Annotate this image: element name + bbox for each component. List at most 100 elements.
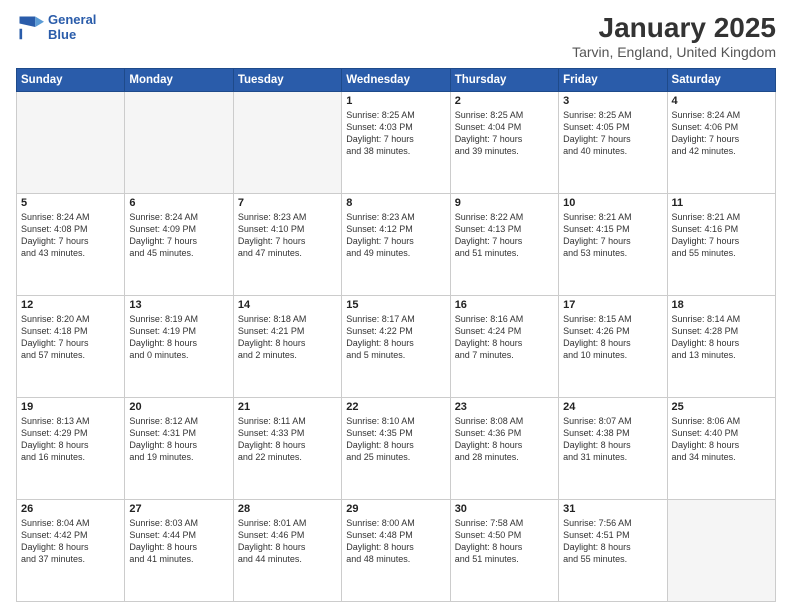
day-number: 23 (455, 401, 554, 413)
table-row: 29 Sunrise: 8:00 AMSunset: 4:48 PMDayligh… (342, 500, 450, 602)
day-info: Sunrise: 8:01 AMSunset: 4:46 PMDaylight:… (238, 517, 337, 566)
day-number: 31 (563, 503, 662, 515)
col-wednesday: Wednesday (342, 69, 450, 92)
day-info: Sunrise: 8:20 AMSunset: 4:18 PMDaylight:… (21, 313, 120, 362)
day-info: Sunrise: 8:17 AMSunset: 4:22 PMDaylight:… (346, 313, 445, 362)
col-tuesday: Tuesday (233, 69, 341, 92)
calendar-week-row: 12Sunrise: 8:20 AMSunset: 4:18 PMDayligh… (17, 296, 776, 398)
day-info: Sunrise: 8:07 AMSunset: 4:38 PMDaylight:… (563, 415, 662, 464)
day-info: Sunrise: 8:21 AMSunset: 4:16 PMDaylight:… (672, 211, 771, 260)
day-number: 8 (346, 197, 445, 209)
day-number: 13 (129, 299, 228, 311)
day-info: Sunrise: 8:25 AMSunset: 4:04 PMDaylight:… (455, 109, 554, 158)
day-number: 19 (21, 401, 120, 413)
calendar-week-row: 19 Sunrise: 8:13 AMSunset: 4:29 PMDayligh… (17, 398, 776, 500)
day-number: 14 (238, 299, 337, 311)
table-row: 4 Sunrise: 8:24 AMSunset: 4:06 PMDaylight… (667, 92, 775, 194)
table-row: 28Sunrise: 8:01 AMSunset: 4:46 PMDayligh… (233, 500, 341, 602)
day-number: 11 (672, 197, 771, 209)
subtitle: Tarvin, England, United Kingdom (572, 44, 776, 60)
day-info: Sunrise: 8:25 AMSunset: 4:05 PMDaylight:… (563, 109, 662, 158)
day-info: Sunrise: 8:16 AMSunset: 4:24 PMDaylight:… (455, 313, 554, 362)
table-row: 16 Sunrise: 8:16 AMSunset: 4:24 PMDayligh… (450, 296, 558, 398)
day-number: 2 (455, 95, 554, 107)
table-row: 20Sunrise: 8:12 AMSunset: 4:31 PMDayligh… (125, 398, 233, 500)
table-row: 7 Sunrise: 8:23 AMSunset: 4:10 PMDaylight… (233, 194, 341, 296)
table-row: 22 Sunrise: 8:10 AMSunset: 4:35 PMDayligh… (342, 398, 450, 500)
day-info: Sunrise: 8:23 AMSunset: 4:10 PMDaylight:… (238, 211, 337, 260)
day-number: 21 (238, 401, 337, 413)
day-number: 10 (563, 197, 662, 209)
table-row: 5 Sunrise: 8:24 AMSunset: 4:08 PMDaylight… (17, 194, 125, 296)
logo-icon (16, 13, 44, 41)
day-number: 5 (21, 197, 120, 209)
day-info: Sunrise: 7:58 AMSunset: 4:50 PMDaylight:… (455, 517, 554, 566)
day-info: Sunrise: 8:13 AMSunset: 4:29 PMDaylight:… (21, 415, 120, 464)
col-monday: Monday (125, 69, 233, 92)
day-number: 29 (346, 503, 445, 515)
logo: General Blue (16, 12, 96, 42)
table-row: 26Sunrise: 8:04 AMSunset: 4:42 PMDayligh… (17, 500, 125, 602)
day-info: Sunrise: 8:22 AMSunset: 4:13 PMDaylight:… (455, 211, 554, 260)
table-row: 27 Sunrise: 8:03 AMSunset: 4:44 PMDayligh… (125, 500, 233, 602)
table-row (17, 92, 125, 194)
day-info: Sunrise: 8:14 AMSunset: 4:28 PMDaylight:… (672, 313, 771, 362)
day-info: Sunrise: 8:21 AMSunset: 4:15 PMDaylight:… (563, 211, 662, 260)
day-info: Sunrise: 8:06 AMSunset: 4:40 PMDaylight:… (672, 415, 771, 464)
col-friday: Friday (559, 69, 667, 92)
day-number: 18 (672, 299, 771, 311)
page: General Blue January 2025 Tarvin, Englan… (0, 0, 792, 612)
day-info: Sunrise: 8:18 AMSunset: 4:21 PMDaylight:… (238, 313, 337, 362)
day-number: 24 (563, 401, 662, 413)
day-info: Sunrise: 8:24 AMSunset: 4:06 PMDaylight:… (672, 109, 771, 158)
table-row (233, 92, 341, 194)
day-info: Sunrise: 8:24 AMSunset: 4:09 PMDaylight:… (129, 211, 228, 260)
table-row: 17Sunrise: 8:15 AMSunset: 4:26 PMDayligh… (559, 296, 667, 398)
day-info: Sunrise: 8:24 AMSunset: 4:08 PMDaylight:… (21, 211, 120, 260)
table-row: 21 Sunrise: 8:11 AMSunset: 4:33 PMDayligh… (233, 398, 341, 500)
day-number: 17 (563, 299, 662, 311)
col-thursday: Thursday (450, 69, 558, 92)
table-row: 15 Sunrise: 8:17 AMSunset: 4:22 PMDayligh… (342, 296, 450, 398)
day-info: Sunrise: 8:00 AMSunset: 4:48 PMDaylight:… (346, 517, 445, 566)
day-number: 27 (129, 503, 228, 515)
table-row: 2 Sunrise: 8:25 AMSunset: 4:04 PMDaylight… (450, 92, 558, 194)
table-row: 3 Sunrise: 8:25 AMSunset: 4:05 PMDaylight… (559, 92, 667, 194)
table-row: 14 Sunrise: 8:18 AMSunset: 4:21 PMDayligh… (233, 296, 341, 398)
day-info: Sunrise: 8:19 AMSunset: 4:19 PMDaylight:… (129, 313, 228, 362)
day-info: Sunrise: 8:11 AMSunset: 4:33 PMDaylight:… (238, 415, 337, 464)
table-row: 9Sunrise: 8:22 AMSunset: 4:13 PMDaylight… (450, 194, 558, 296)
day-number: 6 (129, 197, 228, 209)
day-number: 20 (129, 401, 228, 413)
table-row: 8 Sunrise: 8:23 AMSunset: 4:12 PMDaylight… (342, 194, 450, 296)
table-row (125, 92, 233, 194)
calendar-table: Sunday Monday Tuesday Wednesday Thursday… (16, 68, 776, 602)
table-row: 24 Sunrise: 8:07 AMSunset: 4:38 PMDayligh… (559, 398, 667, 500)
day-info: Sunrise: 8:04 AMSunset: 4:42 PMDaylight:… (21, 517, 120, 566)
day-number: 15 (346, 299, 445, 311)
day-info: Sunrise: 8:25 AMSunset: 4:03 PMDaylight:… (346, 109, 445, 158)
col-sunday: Sunday (17, 69, 125, 92)
day-number: 16 (455, 299, 554, 311)
table-row: 13 Sunrise: 8:19 AMSunset: 4:19 PMDayligh… (125, 296, 233, 398)
table-row: 11 Sunrise: 8:21 AMSunset: 4:16 PMDayligh… (667, 194, 775, 296)
day-number: 7 (238, 197, 337, 209)
day-number: 4 (672, 95, 771, 107)
day-info: Sunrise: 8:03 AMSunset: 4:44 PMDaylight:… (129, 517, 228, 566)
day-info: Sunrise: 8:23 AMSunset: 4:12 PMDaylight:… (346, 211, 445, 260)
col-saturday: Saturday (667, 69, 775, 92)
table-row: 30Sunrise: 7:58 AMSunset: 4:50 PMDayligh… (450, 500, 558, 602)
header: General Blue January 2025 Tarvin, Englan… (16, 12, 776, 60)
day-number: 22 (346, 401, 445, 413)
calendar-week-row: 5 Sunrise: 8:24 AMSunset: 4:08 PMDaylight… (17, 194, 776, 296)
table-row: 1Sunrise: 8:25 AMSunset: 4:03 PMDaylight… (342, 92, 450, 194)
day-info: Sunrise: 8:10 AMSunset: 4:35 PMDaylight:… (346, 415, 445, 464)
day-number: 3 (563, 95, 662, 107)
table-row: 31Sunrise: 7:56 AMSunset: 4:51 PMDayligh… (559, 500, 667, 602)
table-row: 25Sunrise: 8:06 AMSunset: 4:40 PMDayligh… (667, 398, 775, 500)
main-title: January 2025 (572, 12, 776, 44)
logo-text: General Blue (48, 12, 96, 42)
table-row: 19 Sunrise: 8:13 AMSunset: 4:29 PMDayligh… (17, 398, 125, 500)
calendar-header-row: Sunday Monday Tuesday Wednesday Thursday… (17, 69, 776, 92)
day-info: Sunrise: 8:08 AMSunset: 4:36 PMDaylight:… (455, 415, 554, 464)
